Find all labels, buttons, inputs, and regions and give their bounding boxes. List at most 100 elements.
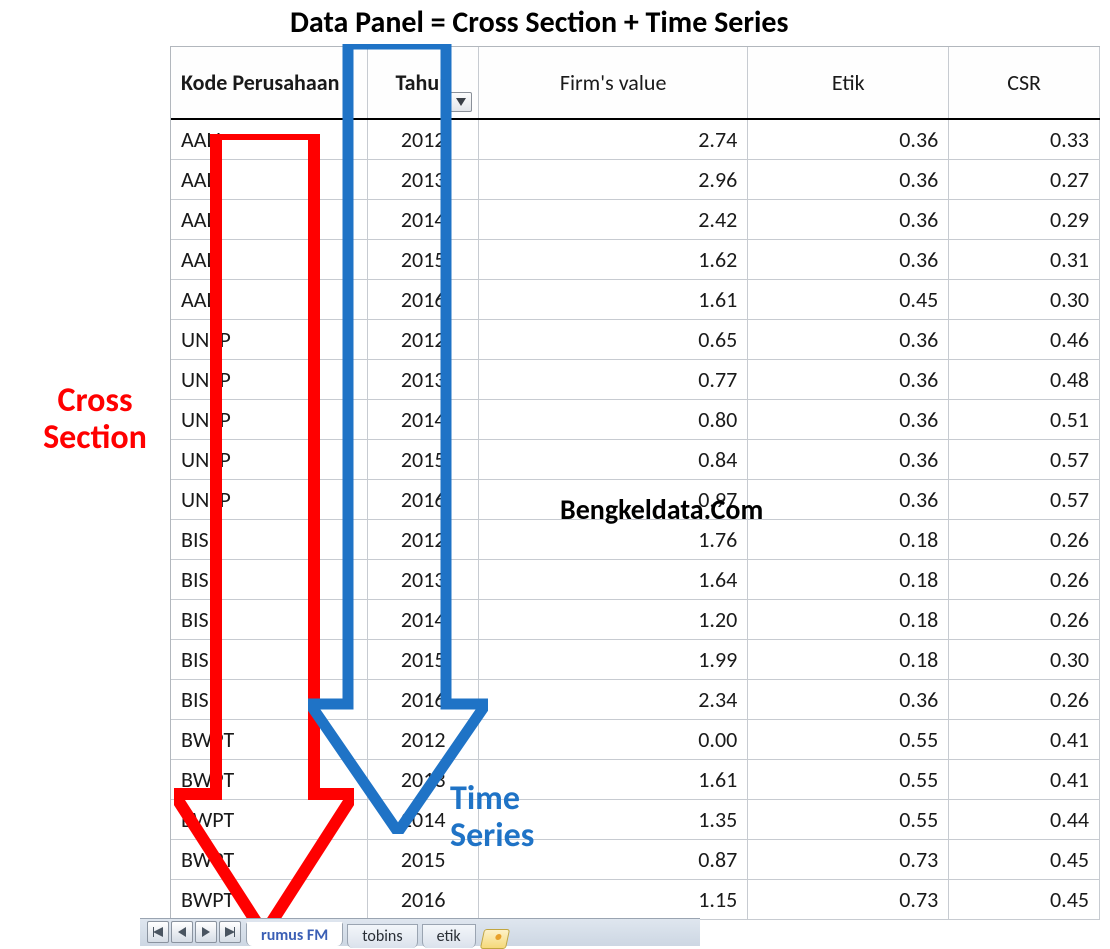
cell-kode[interactable]: BWPT — [171, 759, 368, 799]
cell-etik[interactable]: 0.18 — [748, 559, 949, 599]
cell-firm[interactable]: 0.00 — [478, 719, 747, 759]
cell-etik[interactable]: 0.36 — [748, 479, 949, 519]
table-row[interactable]: BISI20162.340.360.26 — [171, 679, 1100, 719]
sheet-nav-prev[interactable] — [171, 921, 193, 943]
cell-firm[interactable]: 1.99 — [478, 639, 747, 679]
cell-tahun[interactable]: 2013 — [368, 559, 479, 599]
sheet-nav-last[interactable] — [219, 921, 241, 943]
table-row[interactable]: AALI20142.420.360.29 — [171, 199, 1100, 239]
cell-etik[interactable]: 0.55 — [748, 759, 949, 799]
cell-tahun[interactable]: 2016 — [368, 679, 479, 719]
table-row[interactable]: BWPT20131.610.550.41 — [171, 759, 1100, 799]
cell-tahun[interactable]: 2012 — [368, 119, 479, 159]
cell-tahun[interactable]: 2016 — [368, 879, 479, 919]
cell-firm[interactable]: 1.15 — [478, 879, 747, 919]
cell-csr[interactable]: 0.26 — [949, 519, 1100, 559]
table-row[interactable]: BISI20151.990.180.30 — [171, 639, 1100, 679]
cell-firm[interactable]: 1.20 — [478, 599, 747, 639]
new-sheet-button[interactable] — [480, 929, 510, 949]
cell-kode[interactable]: BISI — [171, 559, 368, 599]
cell-firm[interactable]: 1.62 — [478, 239, 747, 279]
cell-etik[interactable]: 0.73 — [748, 879, 949, 919]
cell-csr[interactable]: 0.30 — [949, 279, 1100, 319]
table-row[interactable]: AALI20122.740.360.33 — [171, 119, 1100, 159]
cell-csr[interactable]: 0.41 — [949, 719, 1100, 759]
cell-csr[interactable]: 0.51 — [949, 399, 1100, 439]
cell-kode[interactable]: BISI — [171, 519, 368, 559]
cell-csr[interactable]: 0.44 — [949, 799, 1100, 839]
filter-dropdown-button[interactable] — [450, 92, 472, 112]
cell-kode[interactable]: UNSP — [171, 399, 368, 439]
cell-tahun[interactable]: 2015 — [368, 439, 479, 479]
cell-csr[interactable]: 0.41 — [949, 759, 1100, 799]
cell-kode[interactable]: AALI — [171, 239, 368, 279]
cell-kode[interactable]: AALI — [171, 279, 368, 319]
cell-csr[interactable]: 0.48 — [949, 359, 1100, 399]
cell-etik[interactable]: 0.73 — [748, 839, 949, 879]
cell-kode[interactable]: BISI — [171, 599, 368, 639]
table-row[interactable]: UNSP20140.800.360.51 — [171, 399, 1100, 439]
cell-etik[interactable]: 0.36 — [748, 239, 949, 279]
cell-kode[interactable]: UNSP — [171, 479, 368, 519]
cell-csr[interactable]: 0.31 — [949, 239, 1100, 279]
cell-firm[interactable]: 0.84 — [478, 439, 747, 479]
cell-csr[interactable]: 0.27 — [949, 159, 1100, 199]
cell-tahun[interactable]: 2016 — [368, 479, 479, 519]
cell-firm[interactable]: 2.34 — [478, 679, 747, 719]
table-row[interactable]: BISI20141.200.180.26 — [171, 599, 1100, 639]
col-header-firm[interactable]: Firm's value — [478, 47, 747, 119]
cell-kode[interactable]: AALI — [171, 199, 368, 239]
cell-csr[interactable]: 0.30 — [949, 639, 1100, 679]
cell-kode[interactable]: BISI — [171, 679, 368, 719]
col-header-tahun[interactable]: Tahun — [368, 47, 479, 119]
cell-tahun[interactable]: 2012 — [368, 319, 479, 359]
table-row[interactable]: UNSP20130.770.360.48 — [171, 359, 1100, 399]
cell-firm[interactable]: 1.61 — [478, 279, 747, 319]
table-row[interactable]: UNSP20120.650.360.46 — [171, 319, 1100, 359]
cell-kode[interactable]: UNSP — [171, 439, 368, 479]
cell-csr[interactable]: 0.57 — [949, 479, 1100, 519]
cell-kode[interactable]: BWPT — [171, 879, 368, 919]
col-header-kode[interactable]: Kode Perusahaan — [171, 47, 368, 119]
sheet-tab-tobins[interactable]: tobins — [347, 924, 417, 948]
cell-etik[interactable]: 0.36 — [748, 679, 949, 719]
cell-firm[interactable]: 0.77 — [478, 359, 747, 399]
table-row[interactable]: BWPT20161.150.730.45 — [171, 879, 1100, 919]
cell-kode[interactable]: UNSP — [171, 319, 368, 359]
cell-etik[interactable]: 0.36 — [748, 159, 949, 199]
cell-tahun[interactable]: 2016 — [368, 279, 479, 319]
cell-kode[interactable]: AALI — [171, 159, 368, 199]
cell-etik[interactable]: 0.55 — [748, 799, 949, 839]
cell-etik[interactable]: 0.36 — [748, 319, 949, 359]
cell-firm[interactable]: 2.42 — [478, 199, 747, 239]
cell-csr[interactable]: 0.26 — [949, 559, 1100, 599]
cell-etik[interactable]: 0.36 — [748, 199, 949, 239]
cell-firm[interactable]: 0.65 — [478, 319, 747, 359]
cell-tahun[interactable]: 2015 — [368, 639, 479, 679]
sheet-tab-active[interactable]: rumus FM — [246, 922, 343, 946]
cell-firm[interactable]: 2.74 — [478, 119, 747, 159]
table-row[interactable]: AALI20151.620.360.31 — [171, 239, 1100, 279]
cell-firm[interactable]: 2.96 — [478, 159, 747, 199]
cell-csr[interactable]: 0.29 — [949, 199, 1100, 239]
table-row[interactable]: UNSP20150.840.360.57 — [171, 439, 1100, 479]
cell-csr[interactable]: 0.26 — [949, 599, 1100, 639]
cell-tahun[interactable]: 2013 — [368, 359, 479, 399]
cell-csr[interactable]: 0.45 — [949, 879, 1100, 919]
cell-firm[interactable]: 0.80 — [478, 399, 747, 439]
cell-kode[interactable]: BWPT — [171, 799, 368, 839]
cell-kode[interactable]: AALI — [171, 119, 368, 159]
cell-tahun[interactable]: 2012 — [368, 519, 479, 559]
cell-tahun[interactable]: 2014 — [368, 399, 479, 439]
cell-csr[interactable]: 0.57 — [949, 439, 1100, 479]
cell-csr[interactable]: 0.26 — [949, 679, 1100, 719]
cell-etik[interactable]: 0.45 — [748, 279, 949, 319]
cell-csr[interactable]: 0.45 — [949, 839, 1100, 879]
table-row[interactable]: BWPT20150.870.730.45 — [171, 839, 1100, 879]
col-header-csr[interactable]: CSR — [949, 47, 1100, 119]
cell-etik[interactable]: 0.55 — [748, 719, 949, 759]
cell-etik[interactable]: 0.36 — [748, 399, 949, 439]
col-header-etik[interactable]: Etik — [748, 47, 949, 119]
sheet-nav-first[interactable] — [147, 921, 169, 943]
cell-csr[interactable]: 0.33 — [949, 119, 1100, 159]
